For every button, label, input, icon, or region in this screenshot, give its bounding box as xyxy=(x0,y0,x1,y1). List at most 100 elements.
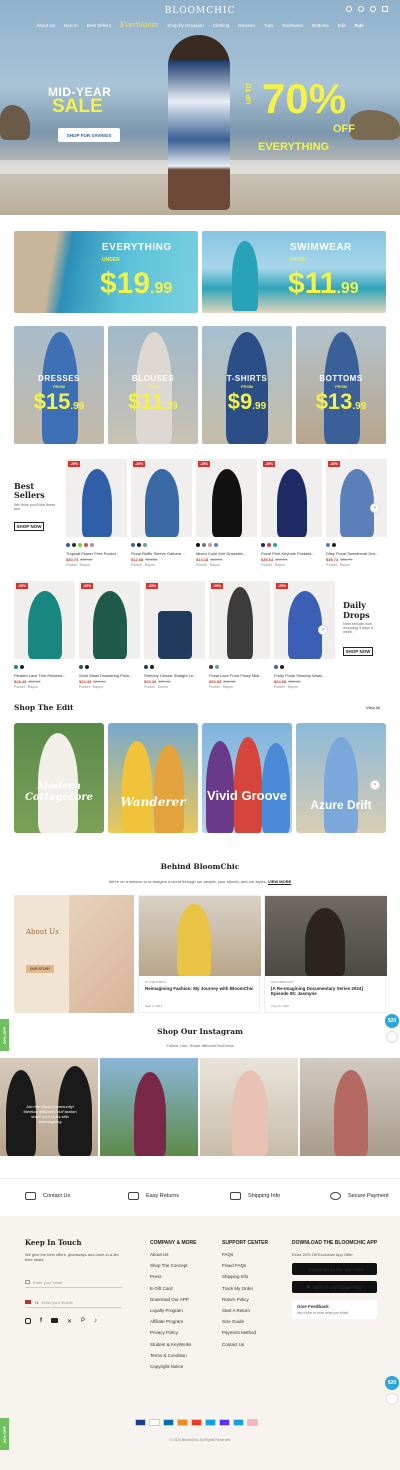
bag-icon[interactable] xyxy=(382,6,388,12)
color-swatches[interactable] xyxy=(144,665,154,669)
edit-card-azure-drift[interactable]: Azure Drift xyxy=(296,723,386,833)
shop-savings-button[interactable]: SHOP FOR SAVINGS xyxy=(58,128,120,142)
product-card[interactable]: -25% Floral Print Keyhole Pockets... $35… xyxy=(261,459,322,569)
side-offer-tab[interactable]: 20% OFF xyxy=(0,1019,9,1051)
side-offer-tab-bottom[interactable]: 20% OFF xyxy=(0,1418,9,1450)
insta-post[interactable]: Join the BloomCommunity! Mention @BloomC… xyxy=(0,1058,98,1156)
offer-fab[interactable]: $20 xyxy=(385,1014,399,1028)
product-card[interactable]: -25% Floral Lace Front Flowy Midi... $30… xyxy=(209,581,270,691)
product-card[interactable]: -25% Stretchy Classic Straight Le... $20… xyxy=(144,581,205,691)
edit-card-cottagecore[interactable]: Modern Cottagecore xyxy=(14,723,104,833)
product-name[interactable]: Fruity Floral Stretchy Waist ... xyxy=(274,673,335,678)
service-contact[interactable]: Contact Us xyxy=(25,1192,70,1200)
color-swatches[interactable] xyxy=(209,665,219,669)
footer-link[interactable]: Shop The Concept xyxy=(150,1263,196,1268)
service-shipping[interactable]: Shipping Info xyxy=(230,1192,280,1200)
about-us-card[interactable]: About Us OUR STORY xyxy=(14,895,134,1013)
category-blouses[interactable]: BLOUSES FROM $11.99 xyxy=(108,326,198,444)
nav-best-sellers[interactable]: Best Sellers xyxy=(87,23,111,29)
logo[interactable]: BLOOMCHIC xyxy=(0,6,400,16)
footer-link[interactable]: Affiliate Program xyxy=(150,1319,196,1324)
youtube-icon[interactable] xyxy=(51,1318,58,1323)
product-name[interactable]: Tropical Flower Print Pocket... xyxy=(66,551,127,556)
footer-link[interactable]: E-Gift Card xyxy=(150,1286,196,1291)
product-name[interactable]: Ditsy Floral Sweetheart Dra... xyxy=(326,551,387,556)
app-store-button[interactable]: Download on the App Store xyxy=(292,1263,377,1276)
footer-link[interactable]: Loyalty Program xyxy=(150,1308,196,1313)
color-swatches[interactable] xyxy=(196,543,218,547)
footer-link[interactable]: Download Our APP xyxy=(150,1297,196,1302)
product-name[interactable]: Mixed Color Knit Drawstrin... xyxy=(196,551,257,556)
nav-edit[interactable]: Edit xyxy=(338,23,346,29)
view-more-link[interactable]: VIEW MORE xyxy=(268,879,291,884)
product-card[interactable]: -25% Mixed Color Knit Drawstrin... $14.1… xyxy=(196,459,257,569)
nav-clothing[interactable]: Clothing xyxy=(213,23,230,29)
nav-occasion[interactable]: Shop by Occasion xyxy=(167,23,204,29)
product-card[interactable]: -20% Floral Ruffle Sleeve Gathere... $12… xyxy=(131,459,192,569)
feedback-box[interactable]: Give Feedback We'd love to hear what you… xyxy=(292,1299,377,1319)
color-swatches[interactable] xyxy=(326,543,336,547)
x-icon[interactable]: ✕ xyxy=(67,1318,72,1325)
tiktok-icon[interactable]: ♪ xyxy=(94,1318,97,1325)
mobile-field[interactable]: +1 Enter your Mobile xyxy=(25,1297,122,1308)
nav-bottoms[interactable]: Bottoms xyxy=(312,23,329,29)
email-field[interactable]: Enter your email xyxy=(25,1277,122,1288)
pinterest-icon[interactable]: P xyxy=(81,1318,85,1325)
insta-post[interactable] xyxy=(200,1058,298,1156)
product-card[interactable]: -25% Pleated Lace Trim Relaxed... $28.43… xyxy=(14,581,75,691)
hero-banner[interactable]: MID-YEAR SALE SHOP FOR SAVINGS UP TO 70%… xyxy=(0,0,400,215)
color-swatches[interactable] xyxy=(66,543,94,547)
story-card-documentary[interactable]: DOCUMENTARY [A Re-Imagining Documentary … xyxy=(264,895,387,1013)
footer-link[interactable]: Student & KeyWorks xyxy=(150,1342,196,1347)
product-card[interactable]: -25% Tropical Flower Print Pocket... $30… xyxy=(66,459,127,569)
service-returns[interactable]: Easy Returns xyxy=(128,1192,179,1200)
facebook-icon[interactable]: f xyxy=(40,1318,42,1325)
nav-sale[interactable]: Sale xyxy=(354,23,363,29)
footer-link[interactable]: Size Guide xyxy=(222,1319,268,1324)
footer-link[interactable]: Track My Order xyxy=(222,1286,268,1291)
best-sellers-shop-button[interactable]: SHOP NOW xyxy=(14,522,44,531)
instagram-icon[interactable] xyxy=(25,1318,31,1324)
nav-about[interactable]: About Us xyxy=(36,23,55,29)
offer-fab-bottom[interactable]: $20 xyxy=(385,1376,399,1390)
color-swatches[interactable] xyxy=(79,665,89,669)
nav-dresses[interactable]: Dresses xyxy=(238,23,255,29)
service-payment[interactable]: Secure Payment xyxy=(330,1192,389,1200)
user-icon[interactable] xyxy=(346,6,352,12)
promo-everything[interactable]: EVERYTHING UNDER $19.99 xyxy=(14,231,198,313)
nav-everbloom[interactable]: Everbloom xyxy=(120,21,158,29)
footer-link[interactable]: Payment Method xyxy=(222,1330,268,1335)
nav-swimwear[interactable]: Swimwear xyxy=(282,23,303,29)
footer-link[interactable]: Privacy Policy xyxy=(150,1330,196,1335)
heart-icon[interactable] xyxy=(370,6,376,12)
carousel-next-icon[interactable]: › xyxy=(370,780,380,790)
edit-card-wanderer[interactable]: Wanderer xyxy=(108,723,198,833)
view-all-link[interactable]: View All xyxy=(366,705,380,710)
color-swatches[interactable] xyxy=(261,543,277,547)
nav-new-in[interactable]: New In xyxy=(64,23,78,29)
product-name[interactable]: Pleated Lace Trim Relaxed... xyxy=(14,673,75,678)
our-story-button[interactable]: OUR STORY xyxy=(26,965,54,973)
color-swatches[interactable] xyxy=(131,543,147,547)
insta-post[interactable] xyxy=(300,1058,400,1156)
footer-link[interactable]: Copyright Notice xyxy=(150,1364,196,1369)
daily-drops-shop-button[interactable]: SHOP NOW xyxy=(343,647,373,656)
footer-link[interactable]: Contact Us xyxy=(222,1342,268,1347)
search-icon[interactable] xyxy=(358,6,364,12)
product-card[interactable]: -25% Solid Waist Drawstring Pock... $22.… xyxy=(79,581,140,691)
footer-link[interactable]: Fraud FAQs xyxy=(222,1263,268,1268)
footer-link[interactable]: FAQs xyxy=(222,1252,268,1257)
carousel-next-icon[interactable]: › xyxy=(318,625,328,635)
footer-link[interactable]: Shipping Info xyxy=(222,1274,268,1279)
product-name[interactable]: Floral Print Keyhole Pockets... xyxy=(261,551,322,556)
product-name[interactable]: Floral Lace Front Flowy Midi... xyxy=(209,673,270,678)
product-card[interactable]: -25% Fruity Floral Stretchy Waist ... $2… xyxy=(274,581,335,691)
edit-card-vivid-groove[interactable]: Vivid Groove xyxy=(202,723,292,833)
story-card-press[interactable]: IN THE PRESS Reimagining Fashion: My Jou… xyxy=(138,895,261,1013)
footer-link[interactable]: About Us xyxy=(150,1252,196,1257)
chat-bubble-icon[interactable] xyxy=(386,1393,398,1405)
google-play-button[interactable]: ▶ GET IT ON Google Play xyxy=(292,1281,377,1294)
footer-link[interactable]: Terms & Condition xyxy=(150,1353,196,1358)
color-swatches[interactable] xyxy=(14,665,24,669)
category-dresses[interactable]: DRESSES FROM $15.99 xyxy=(14,326,104,444)
